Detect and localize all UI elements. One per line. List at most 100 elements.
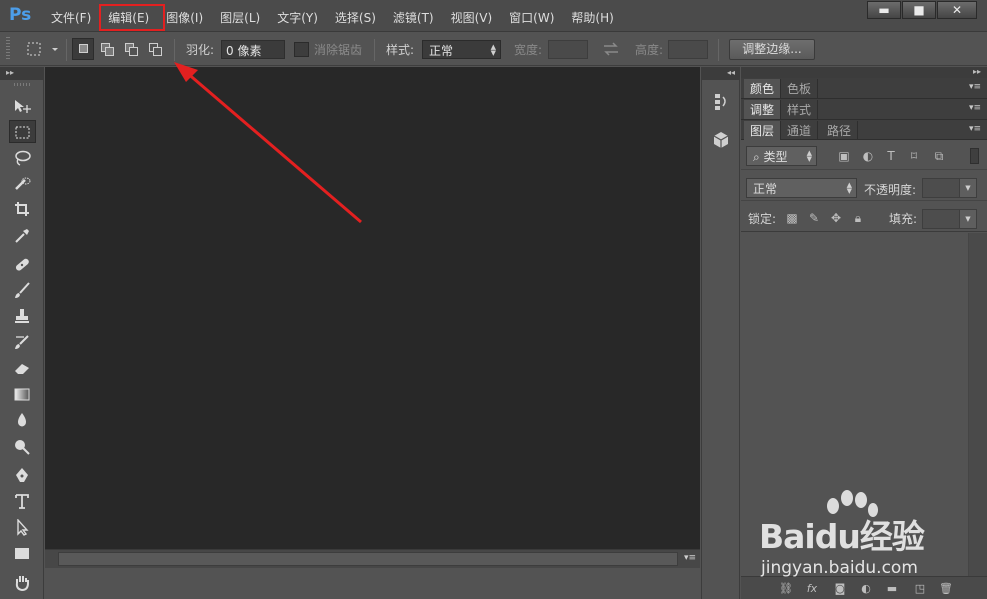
- crop-tool[interactable]: [9, 198, 36, 221]
- tab-adjustments[interactable]: 调整: [744, 100, 782, 119]
- tools-collapse-icon[interactable]: ▸▸: [0, 67, 43, 80]
- document-canvas[interactable]: [45, 67, 700, 549]
- type-layer-filter-icon[interactable]: T: [884, 149, 898, 163]
- layer-style-fx-icon[interactable]: fx: [805, 582, 819, 596]
- panel-dock: ◂◂: [701, 67, 740, 599]
- dodge-tool[interactable]: [9, 435, 36, 458]
- panel-menu-icon[interactable]: ▾≡: [684, 553, 696, 563]
- panel-menu-icon[interactable]: ▾≡: [969, 124, 981, 134]
- chevron-down-icon[interactable]: ▼: [959, 210, 976, 228]
- path-selection-tool[interactable]: [9, 516, 36, 539]
- type-tool[interactable]: [9, 490, 36, 513]
- tab-swatches[interactable]: 色板: [781, 79, 819, 98]
- adjustment-layer-icon[interactable]: ◐: [859, 582, 873, 596]
- smart-object-filter-icon[interactable]: ⧉: [932, 149, 946, 163]
- quick-selection-icon: [15, 177, 31, 190]
- dodge-icon: [15, 440, 30, 455]
- updown-arrows-icon: ▲ ▼: [846, 181, 852, 195]
- pen-icon: [16, 468, 28, 482]
- clone-stamp-tool[interactable]: [9, 305, 36, 328]
- menu-view[interactable]: 视图(V): [442, 7, 501, 28]
- lasso-tool[interactable]: [9, 146, 36, 169]
- menu-help[interactable]: 帮助(H): [562, 7, 621, 28]
- layer-filter-toggle[interactable]: [970, 148, 979, 164]
- lock-position-icon[interactable]: ✥: [829, 211, 843, 225]
- tab-styles[interactable]: 样式: [781, 100, 819, 119]
- style-select[interactable]: 正常 ▲ ▼: [422, 40, 501, 59]
- rectangular-marquee-tool[interactable]: [9, 120, 36, 143]
- panel-menu-icon[interactable]: ▾≡: [969, 103, 981, 113]
- 3d-panel-button[interactable]: [710, 129, 732, 151]
- chevron-down-icon[interactable]: ▼: [959, 179, 976, 197]
- menu-type[interactable]: 文字(Y): [268, 7, 326, 28]
- maximize-button[interactable]: ■: [902, 1, 936, 19]
- refine-edge-button[interactable]: 调整边缘...: [729, 39, 815, 60]
- panel-menu-icon[interactable]: ▾≡: [969, 82, 981, 92]
- bottom-strip: [45, 568, 700, 599]
- add-to-selection-button[interactable]: [96, 38, 118, 60]
- move-tool[interactable]: [9, 95, 36, 118]
- adjustment-layer-filter-icon[interactable]: ◐: [861, 149, 875, 163]
- layers-list[interactable]: [741, 233, 969, 576]
- separator: [66, 39, 67, 61]
- pixel-layer-filter-icon[interactable]: ▣: [837, 149, 851, 163]
- tab-color[interactable]: 颜色: [744, 79, 782, 98]
- blur-tool[interactable]: [9, 409, 36, 432]
- subtract-from-selection-button[interactable]: [120, 38, 142, 60]
- shape-layer-filter-icon[interactable]: ⌑: [907, 149, 921, 163]
- antialias-checkbox[interactable]: [294, 42, 309, 57]
- new-group-icon[interactable]: ▬: [885, 582, 899, 596]
- eyedropper-tool[interactable]: [9, 224, 36, 247]
- swap-width-height-button[interactable]: [600, 39, 622, 59]
- height-input[interactable]: [668, 40, 708, 59]
- new-layer-icon[interactable]: ◳: [913, 582, 927, 596]
- delete-layer-icon[interactable]: 🗑︎: [939, 582, 953, 596]
- width-input[interactable]: [548, 40, 588, 59]
- opacity-input[interactable]: ▼: [922, 178, 977, 198]
- menu-image[interactable]: 图像(I): [157, 7, 211, 28]
- lock-all-icon[interactable]: 🔒︎: [851, 211, 865, 225]
- lasso-icon: [15, 150, 31, 166]
- style-select-value: 正常: [429, 44, 454, 58]
- gradient-tool[interactable]: [9, 383, 36, 406]
- tool-preset-picker[interactable]: [24, 39, 64, 59]
- lock-image-pixels-icon[interactable]: ✎: [807, 211, 821, 225]
- new-selection-button[interactable]: [72, 38, 94, 60]
- hand-tool[interactable]: [9, 571, 36, 594]
- link-layers-icon[interactable]: ⛓: [779, 582, 793, 596]
- layer-filter-select[interactable]: ⌕ 类型 ▲ ▼: [746, 146, 817, 166]
- menu-window[interactable]: 窗口(W): [500, 7, 562, 28]
- layers-scrollbar[interactable]: [969, 233, 987, 576]
- spot-healing-tool[interactable]: [9, 253, 36, 276]
- lock-label: 锁定:: [748, 212, 777, 226]
- feather-input[interactable]: 0 像素: [221, 40, 285, 59]
- history-brush-tool[interactable]: [9, 331, 36, 354]
- add-mask-icon[interactable]: ◙: [833, 582, 847, 596]
- rectangle-tool[interactable]: [9, 542, 36, 565]
- menu-select[interactable]: 选择(S): [326, 7, 384, 28]
- tab-channels[interactable]: 通道: [781, 121, 819, 140]
- history-panel-button[interactable]: [710, 91, 732, 113]
- menu-filter[interactable]: 滤镜(T): [384, 7, 442, 28]
- options-bar-grip[interactable]: [6, 37, 10, 61]
- intersect-selection-button[interactable]: [144, 38, 166, 60]
- horizontal-scrollbar[interactable]: [58, 552, 678, 566]
- close-button[interactable]: ✕: [937, 1, 977, 19]
- eraser-tool[interactable]: [9, 357, 36, 380]
- lock-transparent-pixels-icon[interactable]: ▩: [785, 211, 799, 225]
- menu-layer[interactable]: 图层(L): [211, 7, 268, 28]
- panels-collapse-icon[interactable]: ▸▸: [741, 67, 987, 78]
- brush-tool[interactable]: [9, 279, 36, 302]
- quick-selection-tool[interactable]: [9, 172, 36, 195]
- minimize-button[interactable]: ▬: [867, 1, 901, 19]
- tools-grip[interactable]: [14, 83, 30, 86]
- updown-arrows-icon: ▲ ▼: [806, 149, 812, 163]
- tab-layers[interactable]: 图层: [744, 121, 782, 140]
- tab-paths[interactable]: 路径: [821, 121, 859, 140]
- antialias-label: 消除锯齿: [314, 43, 363, 57]
- blend-mode-select[interactable]: 正常 ▲ ▼: [746, 178, 857, 198]
- pen-tool[interactable]: [9, 464, 36, 487]
- dock-collapse-icon[interactable]: ◂◂: [702, 67, 739, 80]
- fill-input[interactable]: ▼: [922, 209, 977, 229]
- menu-file[interactable]: 文件(F): [42, 7, 99, 28]
